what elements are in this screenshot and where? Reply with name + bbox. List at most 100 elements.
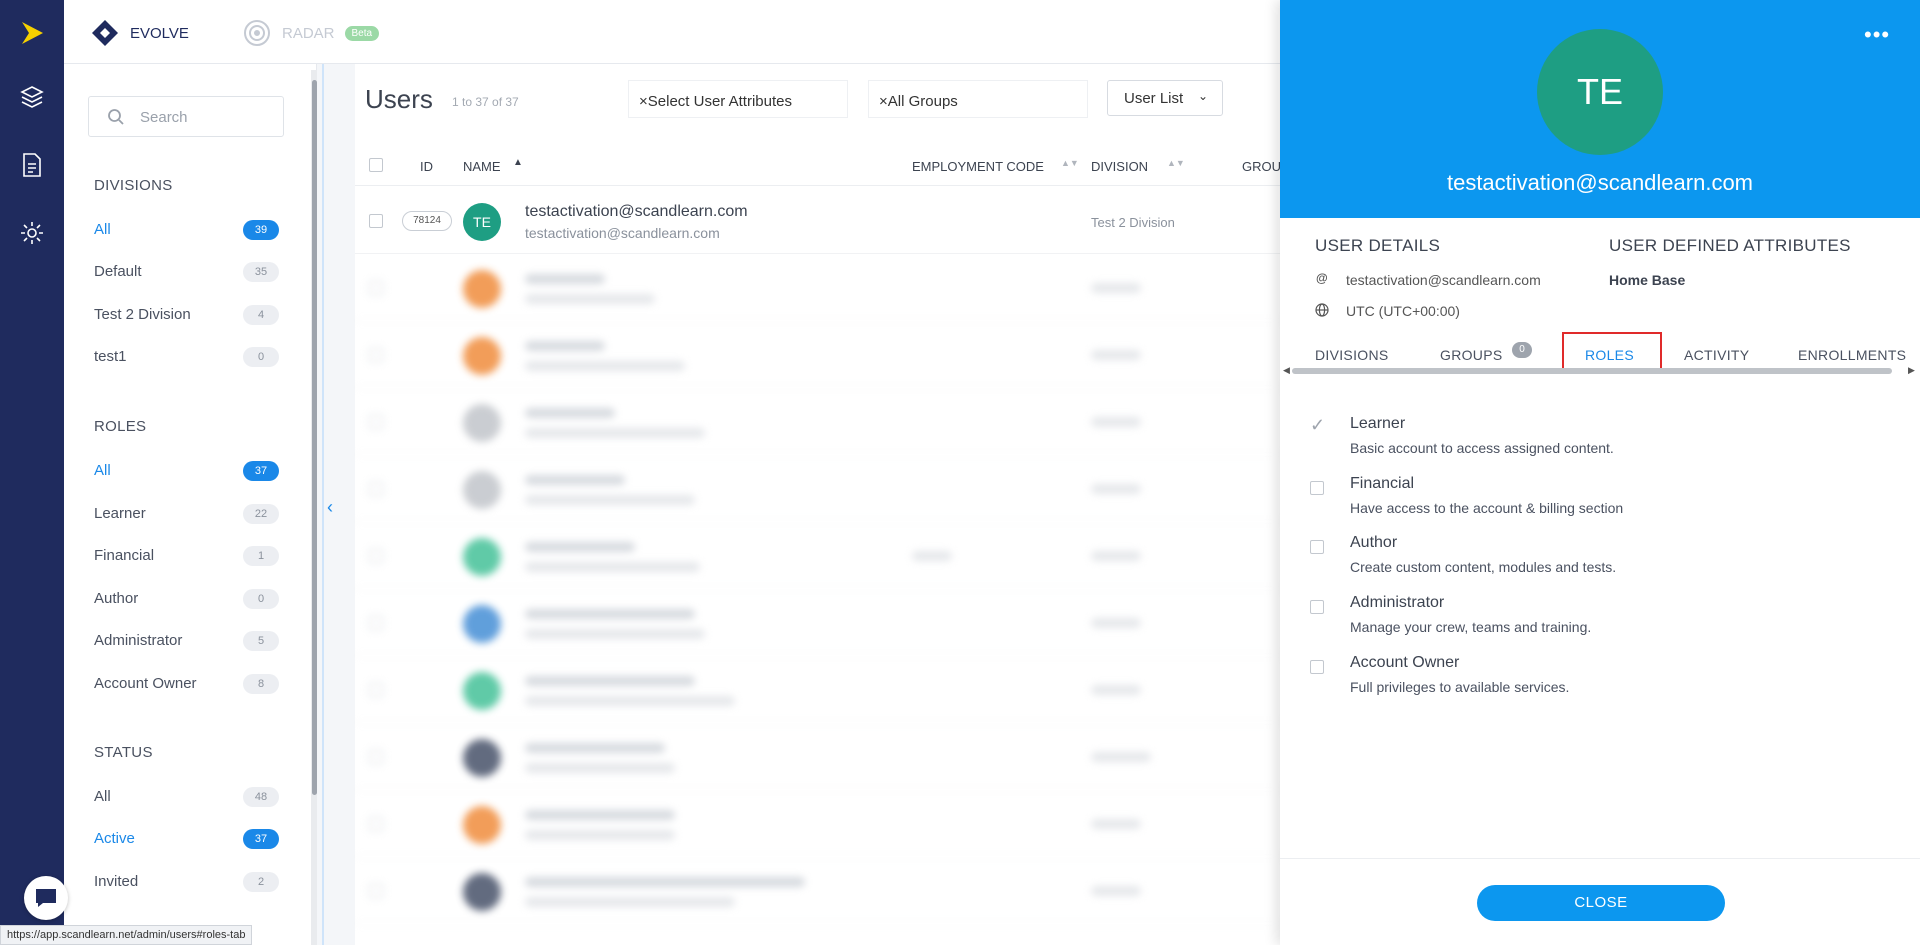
role-item-learner[interactable]: Learner 22 (94, 502, 279, 526)
tab-groups[interactable]: GROUPS (1440, 347, 1502, 363)
role-checkbox[interactable] (1310, 540, 1324, 554)
role-checkbox[interactable] (1310, 600, 1324, 614)
detail-timezone: UTC (UTC+00:00) (1346, 303, 1460, 319)
role-item-account-owner[interactable]: Account Owner 8 (94, 672, 279, 696)
row-checkbox[interactable] (369, 214, 383, 228)
logo-icon[interactable] (0, 8, 64, 58)
attribute-home-base: Home Base (1609, 272, 1686, 288)
role-checkbox[interactable] (1310, 660, 1324, 674)
sort-asc-icon[interactable]: ▲ (513, 157, 523, 168)
role-option-administrator[interactable]: Administrator Manage your crew, teams an… (1310, 594, 1870, 646)
tab-divisions[interactable]: DIVISIONS (1315, 347, 1389, 363)
blurred-name (525, 274, 605, 284)
sidebar-scrollbar-thumb[interactable] (312, 80, 317, 795)
scroll-left-icon[interactable]: ◀ (1283, 365, 1290, 376)
user-name[interactable]: testactivation@scandlearn.com (525, 203, 748, 221)
table-row[interactable] (355, 589, 1280, 656)
divisions-title: DIVISIONS (94, 177, 173, 194)
role-option-financial[interactable]: Financial Have access to the account & b… (1310, 475, 1870, 527)
role-item-all[interactable]: All 37 (94, 459, 279, 483)
close-button[interactable]: CLOSE (1477, 885, 1725, 921)
blurred-email (525, 763, 675, 773)
table-row[interactable] (355, 656, 1280, 723)
role-item-financial[interactable]: Financial 1 (94, 544, 279, 568)
avatar (463, 270, 501, 308)
division-item-test2[interactable]: Test 2 Division 4 (94, 303, 279, 327)
role-option-account-owner[interactable]: Account Owner Full privileges to availab… (1310, 654, 1870, 706)
tab-activity[interactable]: ACTIVITY (1684, 347, 1749, 363)
radar-brand[interactable]: RADAR Beta (242, 18, 380, 48)
status-item-all[interactable]: All 48 (94, 785, 279, 809)
table-row[interactable] (355, 857, 1280, 924)
checkmark-icon[interactable]: ✓ (1310, 415, 1325, 436)
avatar (463, 337, 501, 375)
tab-enrollments[interactable]: ENROLLMENTS (1798, 347, 1906, 363)
role-option-learner[interactable]: ✓ Learner Basic account to access assign… (1310, 415, 1870, 467)
user-attributes-filter[interactable]: ×Select User Attributes (628, 80, 848, 118)
row-checkbox[interactable] (369, 281, 383, 295)
chat-support-button[interactable] (24, 876, 68, 920)
row-checkbox[interactable] (369, 817, 383, 831)
table-row[interactable] (355, 388, 1280, 455)
role-item-administrator[interactable]: Administrator 5 (94, 629, 279, 653)
evolve-brand[interactable]: EVOLVE (90, 18, 189, 48)
table-row[interactable] (355, 254, 1280, 321)
blurred-email (525, 897, 735, 907)
top-bar: EVOLVE RADAR Beta (64, 0, 1280, 64)
role-name: Learner (1350, 415, 1406, 432)
table-row[interactable] (355, 522, 1280, 589)
collapse-sidebar-icon[interactable]: ‹ (327, 497, 333, 518)
table-row[interactable]: 78124 TE testactivation@scandlearn.com t… (355, 187, 1280, 254)
column-division[interactable]: DIVISION (1091, 159, 1148, 174)
column-name[interactable]: NAME (463, 159, 501, 174)
document-icon[interactable] (0, 140, 64, 190)
beta-badge: Beta (344, 25, 380, 41)
row-checkbox[interactable] (369, 549, 383, 563)
user-details-title: USER DETAILS (1315, 236, 1441, 255)
row-checkbox[interactable] (369, 616, 383, 630)
row-checkbox[interactable] (369, 750, 383, 764)
role-name: Administrator (1350, 594, 1445, 611)
avatar: TE (463, 203, 501, 241)
row-checkbox[interactable] (369, 415, 383, 429)
tabs-scrollbar[interactable] (1292, 368, 1892, 374)
scroll-right-icon[interactable]: ▶ (1908, 365, 1915, 376)
table-row[interactable] (355, 723, 1280, 790)
gear-icon[interactable] (0, 208, 64, 258)
status-item-invited[interactable]: Invited 2 (94, 870, 279, 894)
row-checkbox[interactable] (369, 683, 383, 697)
role-item-author[interactable]: Author 0 (94, 587, 279, 611)
role-checkbox[interactable] (1310, 481, 1324, 495)
status-item-active[interactable]: Active 37 (94, 827, 279, 851)
select-all-checkbox[interactable] (369, 158, 383, 172)
division-item-default[interactable]: Default 35 (94, 260, 279, 284)
sort-icon[interactable]: ▲▼ (1167, 158, 1185, 168)
evolve-logo-icon (92, 20, 118, 46)
sort-icon[interactable]: ▲▼ (1061, 158, 1079, 168)
blurred-name (525, 810, 675, 820)
groups-filter[interactable]: ×All Groups (868, 80, 1088, 118)
more-options-icon[interactable]: ••• (1864, 24, 1890, 46)
division-item-all[interactable]: All 39 (94, 218, 279, 242)
status-bar-url: https://app.scandlearn.net/admin/users#r… (0, 925, 253, 945)
user-list-dropdown[interactable]: User List ⌄ (1107, 80, 1223, 116)
row-checkbox[interactable] (369, 482, 383, 496)
role-name: Account Owner (1350, 654, 1460, 671)
blurred-name (525, 676, 695, 686)
users-main: Users 1 to 37 of 37 ×Select User Attribu… (355, 64, 1281, 945)
evolve-label: EVOLVE (130, 24, 189, 42)
division-item-test1[interactable]: test1 0 (94, 345, 279, 369)
table-row[interactable] (355, 790, 1280, 857)
table-row[interactable] (355, 321, 1280, 388)
column-id[interactable]: ID (420, 159, 433, 174)
column-employment-code[interactable]: EMPLOYMENT CODE (912, 159, 1044, 174)
role-option-author[interactable]: Author Create custom content, modules an… (1310, 534, 1870, 586)
layers-icon[interactable] (0, 72, 64, 122)
search-input[interactable]: Search (88, 96, 284, 137)
table-row[interactable] (355, 455, 1280, 522)
column-groups[interactable]: GROU (1242, 159, 1281, 174)
row-checkbox[interactable] (369, 884, 383, 898)
row-checkbox[interactable] (369, 348, 383, 362)
blurred-division (1091, 484, 1141, 494)
blurred-name (525, 475, 625, 485)
